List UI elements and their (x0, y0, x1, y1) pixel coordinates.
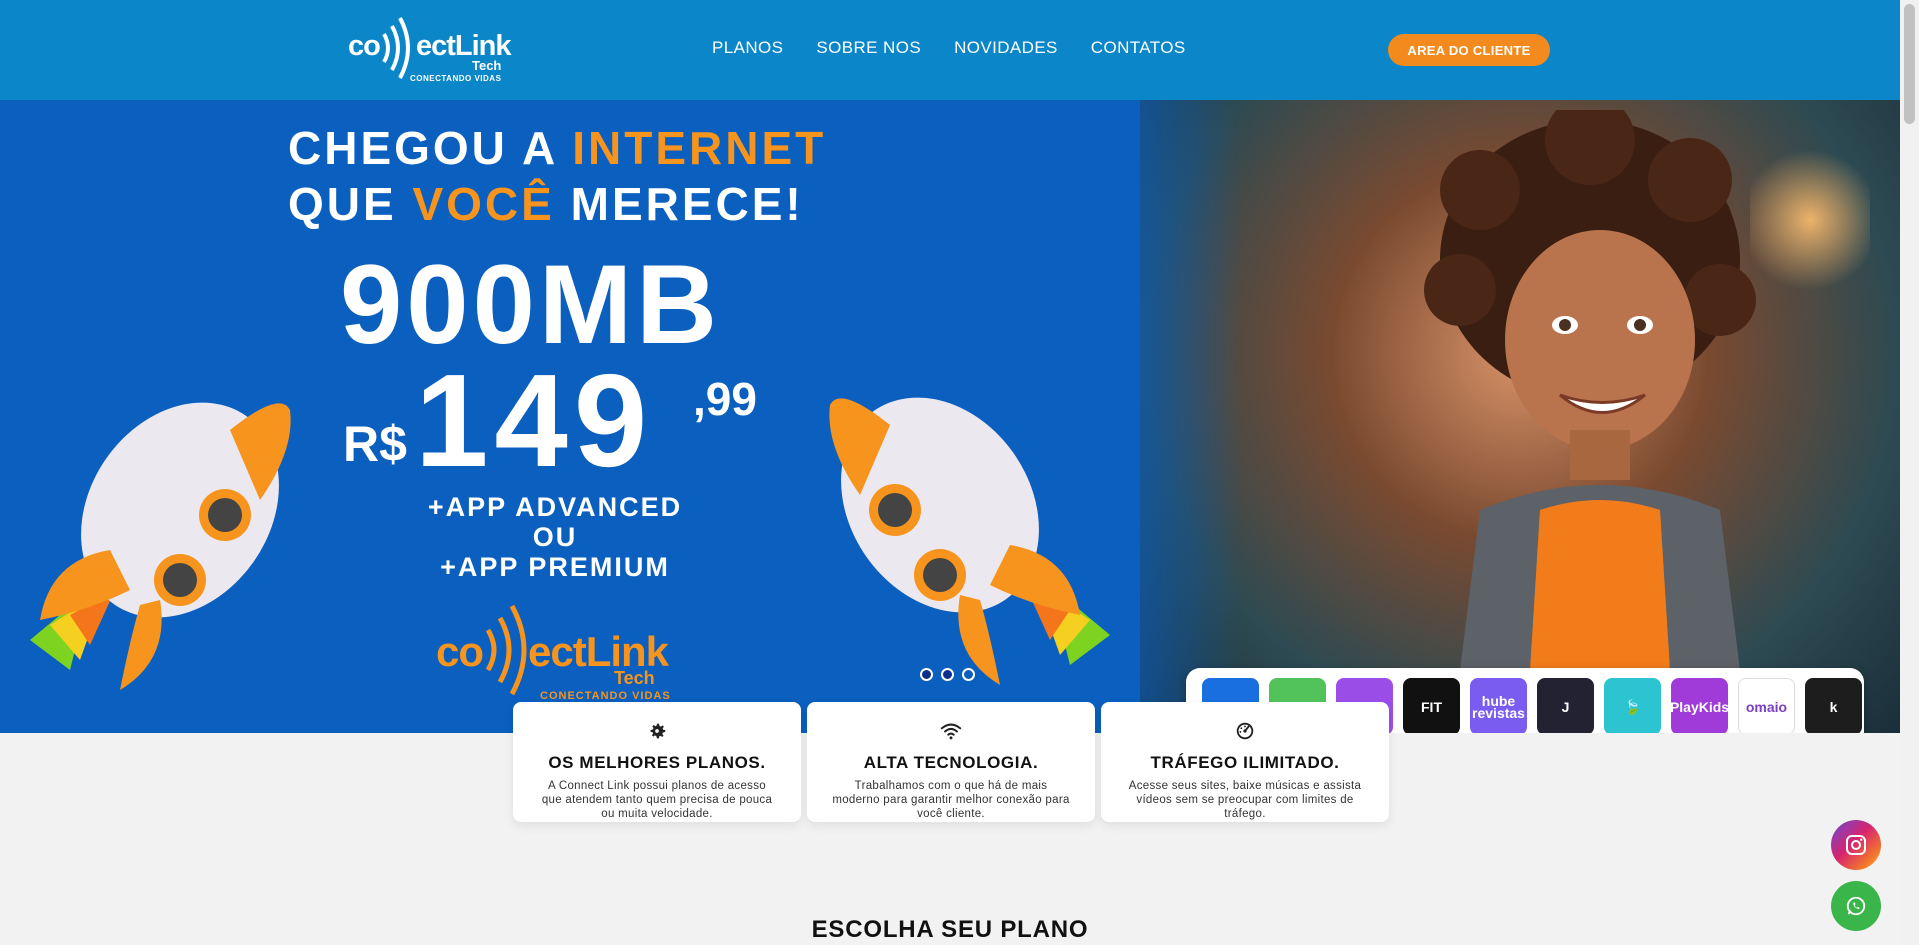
app-tile: hube revistas (1470, 678, 1527, 733)
nav-link-planos[interactable]: PLANOS (712, 38, 783, 58)
client-area-button[interactable]: AREA DO CLIENTE (1388, 34, 1550, 66)
price-cents: ,99 (693, 373, 757, 425)
app-tile: J (1537, 678, 1594, 733)
whatsapp-icon (1846, 896, 1866, 916)
hero-logo: co ectLink Tech CONECTANDO VIDAS (436, 600, 686, 702)
carousel-dot-3[interactable] (962, 668, 975, 681)
plans-section-title: ESCOLHA SEU PLANO (811, 916, 1089, 943)
page: co ectLink Tech CONECTANDO VIDAS PLANOS … (0, 0, 1919, 945)
app-tile: PlayKids (1671, 678, 1728, 733)
app-option-2: +APP PREMIUM (440, 552, 670, 582)
headline-text: CHEGOU A (288, 122, 573, 174)
nav-link-sobre-nos[interactable]: SOBRE NOS (816, 38, 921, 58)
feature-cards: OS MELHORES PLANOS. A Connect Link possu… (513, 702, 1389, 822)
carousel-indicators (920, 668, 975, 681)
card-title: TRÁFEGO ILIMITADO. (1150, 753, 1340, 772)
logo-slogan: CONECTANDO VIDAS (410, 74, 502, 83)
card-text: A Connect Link possui planos de acesso q… (541, 780, 773, 820)
headline-text: MERECE! (554, 178, 804, 230)
page-scrollbar[interactable] (1900, 0, 1919, 945)
nav-link-contatos[interactable]: CONTATOS (1091, 38, 1186, 58)
feature-card-technology: ALTA TECNOLOGIA. Trabalhamos com o que h… (807, 702, 1095, 822)
signal-waves-icon (382, 17, 410, 79)
logo-text-tech: Tech (472, 58, 502, 73)
hero-banner[interactable]: CHEGOU A INTERNET QUE VOCÊ MERECE! 900MB… (0, 100, 1900, 733)
instagram-button[interactable] (1831, 820, 1881, 870)
whatsapp-button[interactable] (1831, 881, 1881, 931)
card-text: Acesse seus sites, baixe músicas e assis… (1128, 780, 1362, 820)
card-text: Trabalhamos com o que há de mais moderno… (832, 780, 1070, 820)
app-option-or: OU (532, 522, 578, 552)
card-title: OS MELHORES PLANOS. (548, 753, 766, 772)
logo-text-prefix: co (436, 628, 484, 675)
nav-link-novidades[interactable]: NOVIDADES (954, 38, 1058, 58)
carousel-dot-1[interactable] (920, 668, 933, 681)
headline-line-1: CHEGOU A INTERNET (288, 120, 848, 176)
headline-highlight: VOCÊ (412, 178, 555, 230)
app-tile: 🍃 (1604, 678, 1661, 733)
page-scrollbar-thumb[interactable] (1904, 4, 1915, 124)
carousel-dot-2[interactable] (941, 668, 954, 681)
card-title: ALTA TECNOLOGIA. (863, 753, 1039, 772)
headline-text: QUE (288, 178, 413, 230)
connectlink-logo[interactable]: co ectLink Tech CONECTANDO VIDAS (348, 14, 512, 83)
gear-icon (650, 723, 666, 739)
price-currency: R$ (343, 416, 407, 472)
plan-apps: +APP ADVANCED OU +APP PREMIUM (400, 492, 710, 582)
child-photo-image (1424, 110, 1756, 670)
app-tile: k (1805, 678, 1862, 733)
instagram-icon (1846, 835, 1866, 855)
site-header: co ectLink Tech CONECTANDO VIDAS PLANOS … (0, 0, 1900, 100)
wifi-icon (940, 723, 962, 740)
rocket-left-icon (30, 402, 291, 690)
headline-line-2: QUE VOCÊ MERECE! (288, 176, 848, 232)
lamp-glow (1750, 140, 1870, 300)
logo-slogan: CONECTANDO VIDAS (540, 690, 671, 702)
app-tile: omaio (1738, 678, 1795, 733)
feature-card-traffic: TRÁFEGO ILIMITADO. Acesse seus sites, ba… (1101, 702, 1389, 822)
rocket-right-icon (829, 397, 1110, 685)
app-tile: FIT (1403, 678, 1460, 733)
hero-headline: CHEGOU A INTERNET QUE VOCÊ MERECE! (288, 120, 848, 232)
speedometer-icon (1236, 722, 1254, 740)
headline-highlight: INTERNET (572, 122, 827, 174)
logo-text-tech: Tech (614, 668, 655, 688)
feature-card-plans: OS MELHORES PLANOS. A Connect Link possu… (513, 702, 801, 822)
app-option-1: +APP ADVANCED (427, 492, 683, 522)
price-value: 149 (415, 347, 654, 494)
main-nav: PLANOS SOBRE NOS NOVIDADES CONTATOS (712, 38, 1219, 58)
logo-text-prefix: co (348, 30, 381, 62)
